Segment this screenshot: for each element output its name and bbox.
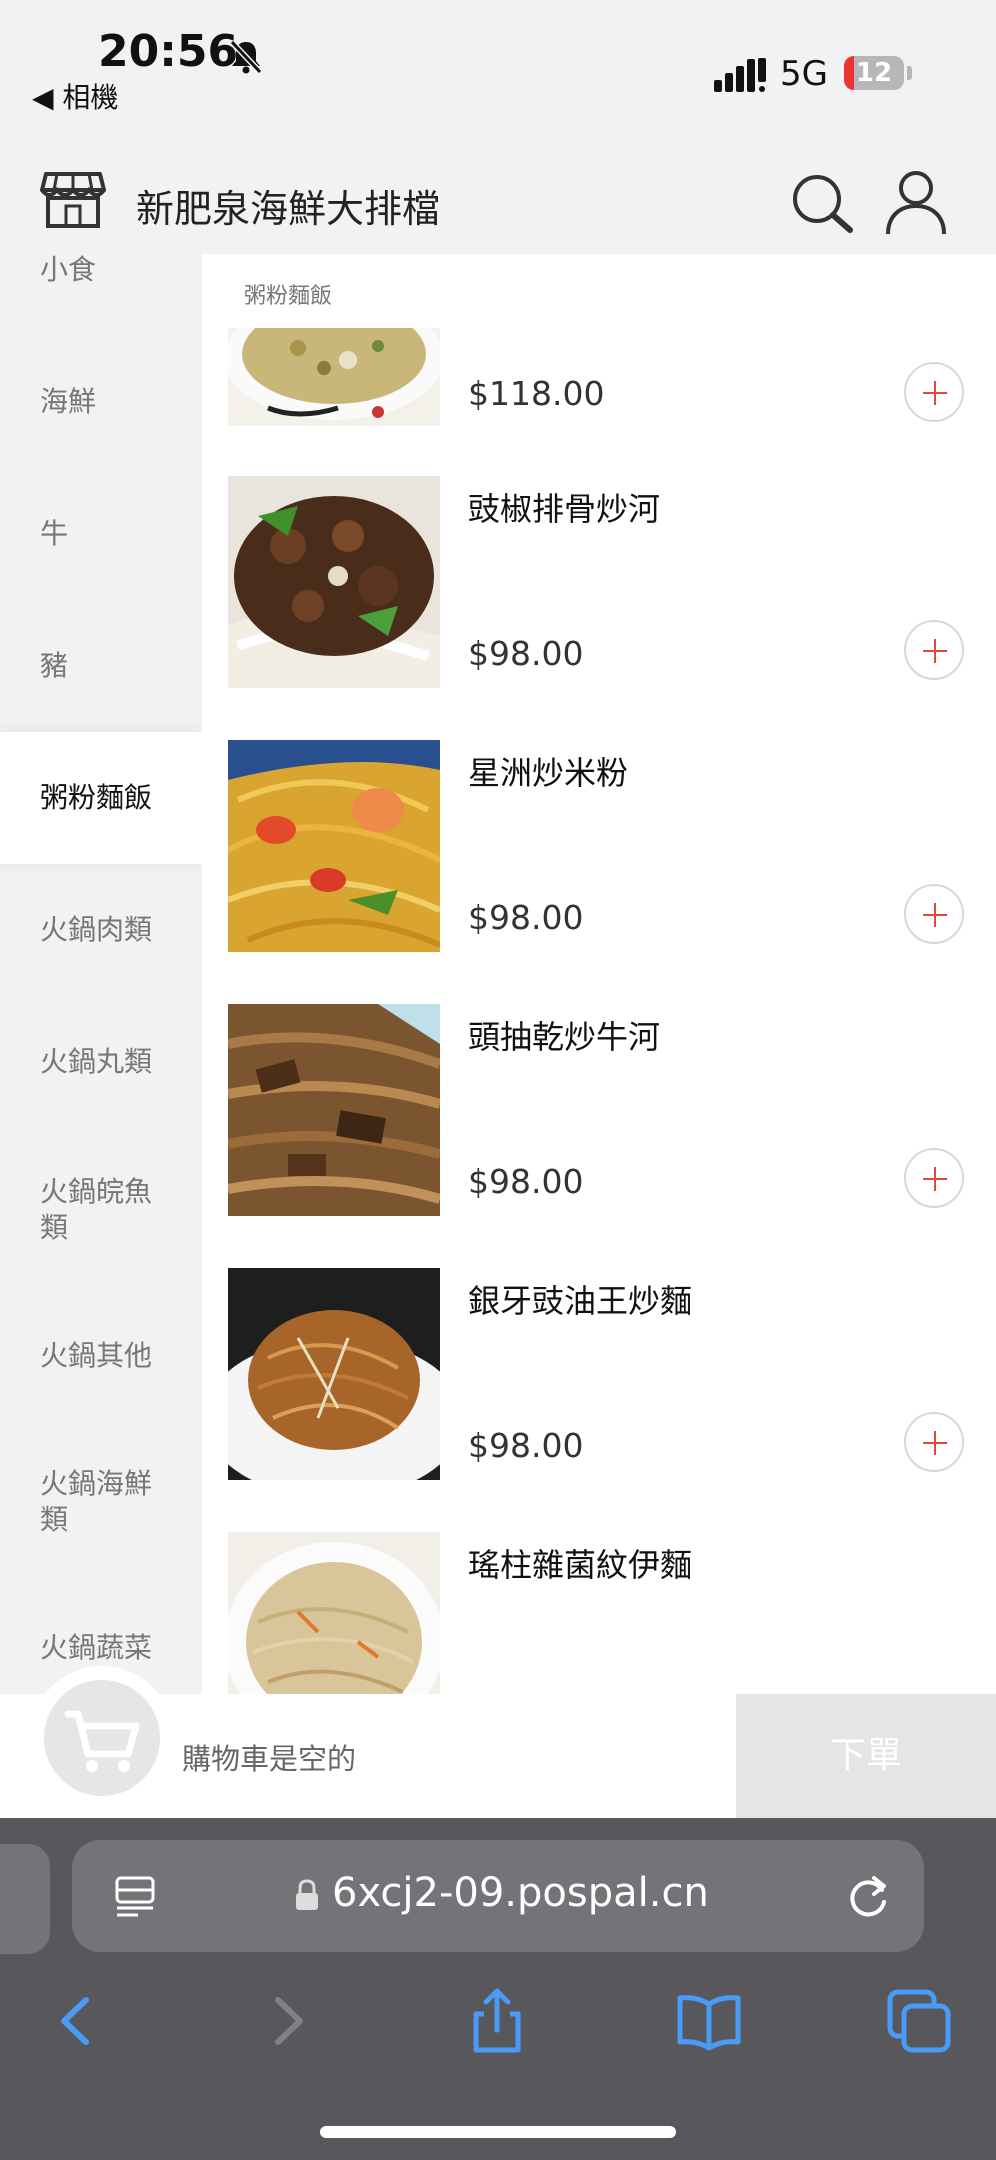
store-icon [40,172,106,228]
tabs-icon[interactable] [884,1986,954,2056]
status-bar: 20:56 ◀ 相機 5G 12 [0,0,996,140]
menu-content: 粥粉麵飯 $118.00 豉椒排骨炒河 $98.00 星洲炒米粉 $98.00 … [202,254,996,1694]
category-item[interactable]: 火鍋海鮮類 [0,1466,170,1538]
category-item[interactable]: 小食 [0,254,202,288]
category-item[interactable]: 豬 [0,648,202,684]
category-item[interactable]: 火鍋丸類 [0,1044,202,1080]
cart-icon [64,1710,140,1772]
item-name: 瑤柱雜菌紋伊麵 [468,1546,693,1584]
search-icon[interactable] [790,172,854,236]
category-item[interactable]: 火鍋肉類 [0,912,202,948]
reload-icon[interactable] [846,1872,892,1920]
category-item[interactable]: 牛 [0,516,202,552]
category-item[interactable]: 海鮮 [0,384,202,420]
browser-chrome: 6xcj2-09.pospal.cn [0,1818,996,2160]
category-item[interactable]: 火鍋其他 [0,1338,202,1374]
url-text: 6xcj2-09.pospal.cn [332,1870,709,1916]
dish-thumbnail [228,1532,440,1694]
place-order-button[interactable]: 下單 [736,1694,996,1818]
user-icon[interactable] [884,170,948,236]
dish-thumbnail [228,740,440,952]
battery-cap [907,66,912,80]
item-price: $118.00 [468,374,605,413]
add-to-cart-button[interactable] [904,884,964,944]
forward-icon[interactable] [254,1986,324,2056]
lock-icon [296,1879,318,1910]
network-type: 5G [780,54,828,94]
dish-thumbnail [228,328,440,426]
add-to-cart-button[interactable] [904,362,964,422]
address-bar[interactable]: 6xcj2-09.pospal.cn [72,1840,924,1952]
back-to-camera-link[interactable]: ◀ 相機 [32,76,118,116]
menu-item[interactable]: 銀牙豉油王炒麵 $98.00 [228,1268,968,1480]
add-to-cart-button[interactable] [904,1148,964,1208]
menu-item[interactable]: 瑤柱雜菌紋伊麵 [228,1532,968,1694]
item-price: $98.00 [468,634,584,673]
cellular-signal-icon [714,58,766,92]
item-price: $98.00 [468,1426,584,1465]
cart-button[interactable] [30,1666,174,1810]
menu-item[interactable]: 頭抽乾炒牛河 $98.00 [228,1004,968,1216]
item-price: $98.00 [468,898,584,937]
cart-empty-text: 購物車是空的 [182,1742,357,1776]
back-icon[interactable] [40,1986,110,2056]
share-icon[interactable] [462,1986,532,2056]
dish-thumbnail [228,1268,440,1480]
dish-thumbnail [228,1004,440,1216]
category-item-active[interactable]: 粥粉麵飯 [0,732,202,864]
item-name: 星洲炒米粉 [468,754,629,792]
bell-muted-icon [229,39,263,75]
item-price: $98.00 [468,1162,584,1201]
cart-bar: 購物車是空的 下單 [0,1666,996,1818]
category-item[interactable]: 火鍋皖魚類 [0,1174,170,1246]
section-label: 粥粉麵飯 [244,284,333,309]
category-item[interactable]: 火鍋蔬菜 [0,1630,202,1666]
battery-icon: 12 [844,56,904,90]
menu-item[interactable]: $118.00 [228,328,968,434]
dish-thumbnail [228,476,440,688]
add-to-cart-button[interactable] [904,620,964,680]
menu-item[interactable]: 豉椒排骨炒河 $98.00 [228,476,968,688]
app-header: 新肥泉海鮮大排檔 [0,140,996,254]
store-title: 新肥泉海鮮大排檔 [136,187,441,231]
bookmarks-icon[interactable] [674,1986,744,2056]
battery-level: 12 [855,58,893,88]
item-name: 頭抽乾炒牛河 [468,1018,661,1056]
previous-tab-peek[interactable] [0,1844,50,1954]
page-menu-icon[interactable] [114,1874,156,1918]
category-sidebar: 小食 海鮮 牛 豬 粥粉麵飯 火鍋肉類 火鍋丸類 火鍋皖魚類 火鍋其他 火鍋海鮮… [0,254,202,1694]
home-indicator[interactable] [320,2126,676,2138]
status-time: 20:56 [98,26,239,77]
menu-item[interactable]: 星洲炒米粉 $98.00 [228,740,968,952]
item-name: 豉椒排骨炒河 [468,490,661,528]
add-to-cart-button[interactable] [904,1412,964,1472]
item-name: 銀牙豉油王炒麵 [468,1282,693,1320]
